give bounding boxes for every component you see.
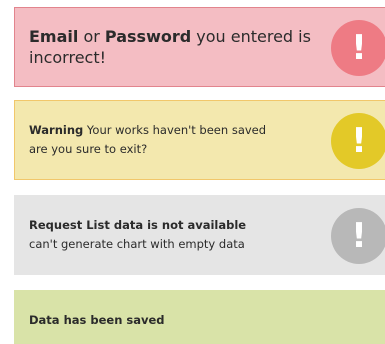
exclamation-glyph: !	[351, 121, 367, 161]
warning-message: Warning Your works haven't been saved ar…	[29, 121, 313, 159]
exclamation-glyph: !	[351, 28, 367, 68]
error-password-label: Password	[104, 27, 192, 46]
exclamation-icon: !	[331, 20, 385, 76]
warning-text-line1: Your works haven't been saved	[83, 123, 267, 137]
success-alert: Data has been saved	[14, 290, 385, 344]
error-or-text: or	[78, 27, 105, 46]
error-message: Email or Password you entered is incorre…	[29, 26, 313, 68]
error-alert: Email or Password you entered is incorre…	[14, 7, 385, 87]
info-title: Request List data is not available	[29, 218, 247, 232]
info-text: can't generate chart with empty data	[29, 237, 245, 251]
warning-title: Warning	[29, 123, 84, 137]
info-message: Request List data is not available can't…	[29, 216, 313, 254]
warning-text-line2: are you sure to exit?	[29, 142, 148, 156]
exclamation-glyph: !	[351, 216, 367, 256]
exclamation-icon: !	[331, 113, 385, 169]
success-message: Data has been saved	[29, 311, 313, 330]
info-alert: Request List data is not available can't…	[14, 195, 385, 275]
exclamation-icon: !	[331, 208, 385, 264]
alerts-page: Email or Password you entered is incorre…	[0, 0, 385, 344]
success-title: Data has been saved	[29, 313, 165, 327]
warning-alert: Warning Your works haven't been saved ar…	[14, 100, 385, 180]
error-email-label: Email	[29, 27, 79, 46]
